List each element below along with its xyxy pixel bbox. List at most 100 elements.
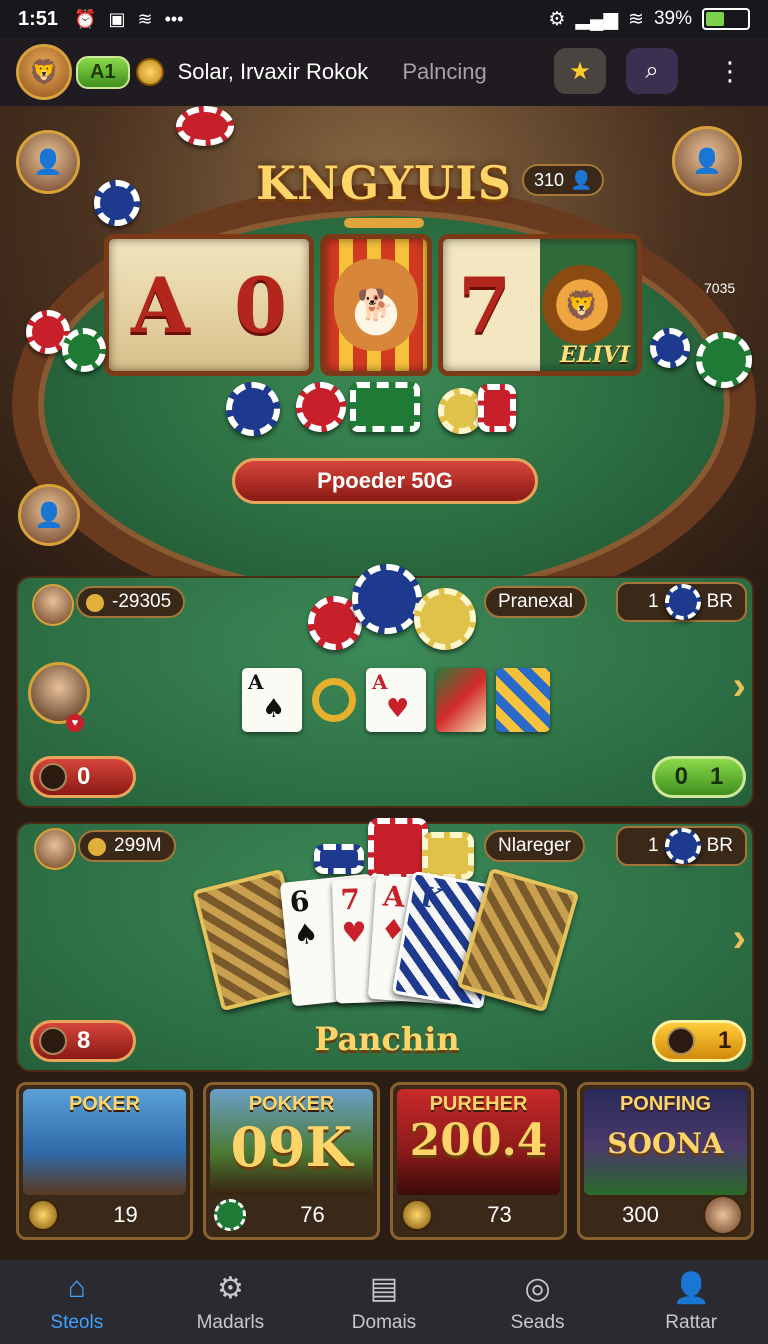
player-chips-value: 7035 [704, 280, 736, 296]
nav-item-seads[interactable]: ◎ Seads [461, 1260, 615, 1344]
tile-footer: 300 [580, 1193, 751, 1237]
score-value: 310 [534, 169, 565, 190]
chip-icon [176, 106, 234, 146]
bottom-nav: ⌂ Steols ⚙ Madarls ▤ Domais ◎ Seads 👤 Ra… [0, 1260, 768, 1344]
status-text: Palncing [402, 59, 487, 84]
chip-icon [226, 382, 280, 436]
chip-icon [352, 564, 422, 634]
person-icon: 👤 [672, 1271, 710, 1305]
nav-item-madarls[interactable]: ⚙ Madarls [154, 1260, 308, 1344]
playing-card: A ♠ [242, 668, 302, 732]
table-row-1[interactable]: -29305 Pranexal 1 BR ♥ A ♠ A ♥ › 0 0 1 [16, 564, 754, 808]
tile-banner: 200.4 [409, 1115, 548, 1166]
player-avatar[interactable] [28, 662, 90, 724]
battery-icon [702, 8, 750, 30]
settings-icon: ⚙ [548, 8, 566, 30]
ring-icon [312, 678, 356, 722]
player-avatar [703, 1195, 743, 1235]
playing-card: A ♥ [366, 668, 426, 732]
battery-percent: 39% [653, 8, 692, 29]
clipboard-icon: ▤ [369, 1271, 399, 1305]
nav-label: Domais [351, 1312, 417, 1333]
bet-button-right[interactable]: 1 [652, 1020, 746, 1062]
status-right: ⚙ ▂▄▆ ≋ 39% [548, 8, 750, 31]
nav-item-steols[interactable]: ⌂ Steols [0, 1260, 154, 1344]
community-cards: A ♠ A ♥ [242, 668, 550, 732]
player-avatar-top-right[interactable]: 👤 [672, 126, 742, 196]
coin-icon [135, 58, 164, 86]
level-badge: A1 [76, 55, 130, 89]
chevron-right-icon[interactable]: › [733, 664, 746, 709]
title-underline [344, 218, 424, 228]
chip-icon [94, 180, 140, 226]
nav-item-rattar[interactable]: 👤 Rattar [614, 1260, 768, 1344]
rank-badge: 1 BR [616, 826, 747, 866]
game-tile-poker[interactable]: POKER 19 [16, 1082, 193, 1240]
avatar-chip-icon [664, 828, 701, 864]
slot-table: KNGYUIS 310 👤 👤 👤 7035 👤 A 0 🐕 7 🦁 ELIVI [0, 106, 768, 576]
tile-count: 76 [300, 1202, 325, 1227]
rank-badge: 1 BR [616, 582, 747, 622]
status-time: 1:51 [18, 7, 59, 30]
chip-icon [478, 384, 516, 432]
player-avatar-top-left[interactable]: 👤 [16, 130, 80, 194]
user-avatar[interactable]: 🦁 [16, 44, 72, 100]
tile-banner: 09K [230, 1115, 353, 1179]
status-notification-icons: ⏰ ▣ ≋ ••• [74, 9, 183, 30]
reel-symbol-7: 7 [458, 260, 512, 350]
bet-button-right[interactable]: 0 1 [652, 756, 746, 798]
nav-label: Madarls [196, 1312, 265, 1333]
reel-2: 🐕 [320, 234, 432, 376]
top-header: 🦁 A1 Solar, Irvaxir Rokok Palncing ★ ⌕ ⋮ [0, 38, 768, 106]
chips-pill: 299M [78, 830, 176, 862]
search-button[interactable]: ⌕ [626, 48, 678, 94]
status-bar: 1:51 ⏰ ▣ ≋ ••• ⚙ ▂▄▆ ≋ 39% [0, 0, 768, 38]
score-badge: 310 👤 [522, 164, 605, 196]
nav-item-domais[interactable]: ▤ Domais [307, 1260, 461, 1344]
nav-label: Steols [50, 1312, 104, 1333]
username: Solar, Irvaxir Rokok [177, 59, 369, 84]
bet-button-left[interactable]: 8 [30, 1020, 136, 1062]
signal-icon: ▂▄▆ [575, 8, 619, 30]
tile-count: 73 [487, 1202, 512, 1227]
game-tiles: POKER 19 POKKER 09K 76 PUREHER 200.4 73 [16, 1082, 754, 1240]
more-menu-button[interactable]: ⋮ [708, 48, 752, 94]
player-name-pill: Nlareger [484, 830, 585, 862]
card-back-icon [496, 668, 550, 732]
game-tile-ponfing[interactable]: PONFING SOONA 300 [577, 1082, 754, 1240]
diamond-icon [86, 594, 104, 612]
favorites-button[interactable]: ★ [554, 48, 606, 94]
lion-icon: 🦁 [541, 265, 622, 345]
coin-icon [401, 1199, 433, 1231]
player-name-pill: Pranexal [484, 586, 587, 618]
timer-icon [666, 1027, 695, 1055]
player-icon [39, 763, 67, 791]
dog-icon: 🐕 [334, 259, 418, 351]
reel-symbol-0: 0 [234, 260, 287, 350]
chevron-right-icon[interactable]: › [733, 916, 746, 961]
game-tile-pokker[interactable]: POKKER 09K 76 [203, 1082, 380, 1240]
card-back-icon [436, 668, 486, 732]
home-icon: ⌂ [67, 1271, 86, 1304]
tile-footer: 73 [393, 1193, 564, 1237]
kebab-icon: ⋮ [717, 55, 743, 86]
tile-footer: 76 [206, 1193, 377, 1237]
player-avatar[interactable] [32, 584, 74, 626]
bet-button-left[interactable]: 0 [30, 756, 136, 798]
game-tile-pureher[interactable]: PUREHER 200.4 73 [390, 1082, 567, 1240]
gear-icon: ⚙ [216, 1271, 244, 1305]
chip-icon [62, 328, 106, 372]
tile-banner: SOONA [607, 1127, 724, 1160]
coin-icon [27, 1199, 59, 1231]
tile-count: 19 [113, 1202, 138, 1227]
player-mini-icon: 👤 [570, 169, 593, 190]
search-icon: ⌕ [645, 57, 659, 84]
chip-icon [696, 332, 752, 388]
wifi-icon: ≋ [137, 8, 153, 29]
spin-button[interactable]: Ppoeder 50G [232, 458, 538, 504]
player-avatar[interactable] [34, 828, 76, 870]
tile-title: POKER [68, 1093, 141, 1115]
player-avatar-left[interactable]: 👤 [18, 484, 80, 546]
tile-title: PUREHER [429, 1093, 528, 1115]
chip-icon [414, 588, 476, 650]
